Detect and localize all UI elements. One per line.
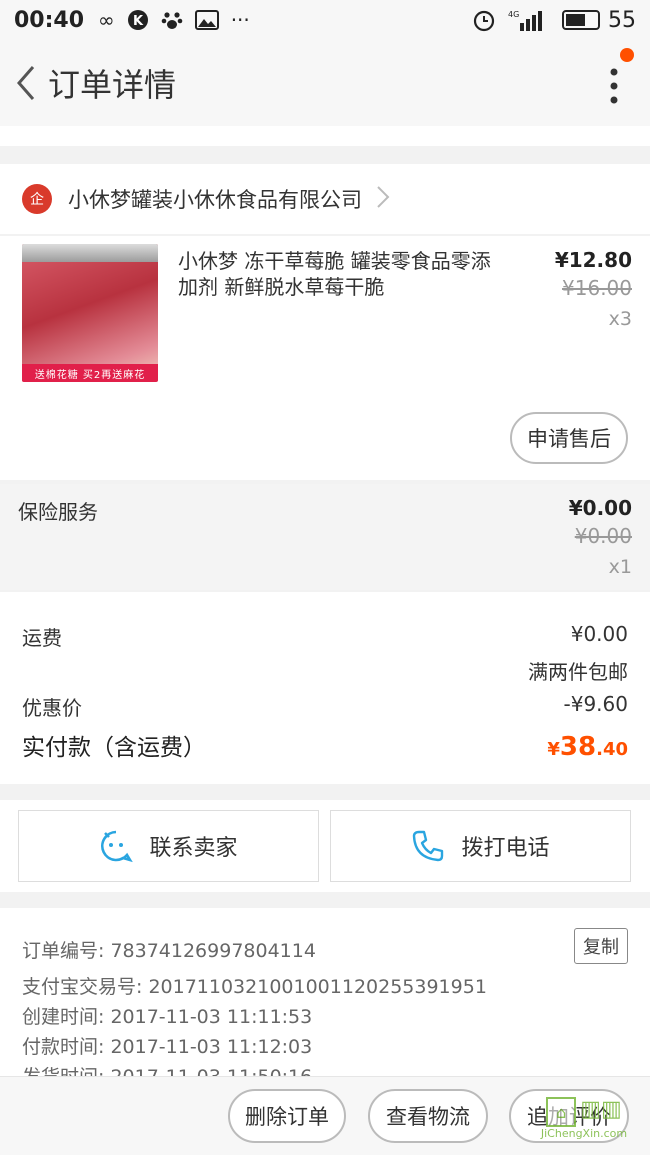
contact-section: 联系卖家 拨打电话 <box>0 800 650 892</box>
order-info: 订单编号: 78374126997804114 复制 支付宝交易号: 20171… <box>0 908 650 1076</box>
product-title[interactable]: 小休梦 冻干草莓脆 罐装零食品零添加剂 新鲜脱水草莓干脆 <box>178 248 498 300</box>
status-time: 00:40 <box>14 7 85 33</box>
call-phone-label: 拨打电话 <box>461 836 550 861</box>
alarm-icon <box>472 8 496 32</box>
watermark-icon: ⌂ <box>546 1097 577 1127</box>
k-app-icon: K <box>127 9 149 31</box>
header-spacer <box>0 126 650 146</box>
shipping-note: 满两件包邮 <box>528 660 628 684</box>
product-price-column: ¥12.80 ¥16.00 x3 <box>555 248 632 330</box>
status-right: 4G 55 <box>472 8 636 33</box>
shipping-note-row: 满两件包邮 <box>22 656 628 685</box>
network-type: 4G <box>508 10 519 19</box>
shop-badge-icon: 企 <box>22 184 52 214</box>
insurance-row: 保险服务 ¥0.00 ¥0.00 x1 <box>0 484 650 590</box>
more-notifications-icon: ··· <box>230 8 250 32</box>
total-integer: 38 <box>559 732 597 762</box>
product-card: 送棉花糖 买2再送麻花 小休梦 冻干草莓脆 罐装零食品零添加剂 新鲜脱水草莓干脆… <box>0 236 650 480</box>
shipping-row: 运费 ¥0.00 <box>22 622 628 651</box>
after-sale-button[interactable]: 申请售后 <box>510 412 628 464</box>
chevron-right-icon <box>376 185 390 213</box>
shipping-label: 运费 <box>22 626 62 650</box>
total-label: 实付款（含运费） <box>22 735 206 761</box>
bottom-action-bar: 删除订单 查看物流 追加评价 ⌂▥▥ JiChengXin.com <box>0 1076 650 1155</box>
insurance-price-column: ¥0.00 ¥0.00 x1 <box>569 496 632 578</box>
jar-lid <box>22 244 158 262</box>
watermark-glyphs: ▥▥ <box>580 1097 622 1122</box>
shipped-time: 发货时间: 2017-11-03 11:50:16 <box>22 1062 312 1076</box>
phone-icon <box>413 830 444 862</box>
back-arrow-icon[interactable] <box>4 53 48 113</box>
discount-value: -¥9.60 <box>563 692 628 716</box>
status-bar: 00:40 ∞ K ··· 4G 55 <box>0 0 650 40</box>
product-original-price: ¥16.00 <box>562 276 632 300</box>
contact-seller-label: 联系卖家 <box>149 836 238 861</box>
total-row: 实付款（含运费） ¥38.40 <box>22 728 628 762</box>
product-quantity: x3 <box>608 308 632 330</box>
total-currency: ¥ <box>547 739 560 760</box>
image-notification-icon <box>194 10 219 30</box>
watermark-text: JiChengXin.com <box>540 1127 628 1140</box>
paid-time: 付款时间: 2017-11-03 11:12:03 <box>22 1036 313 1058</box>
discount-row: 优惠价 -¥9.60 <box>22 692 628 721</box>
signal-icon: 4G <box>508 9 542 31</box>
insurance-label: 保险服务 <box>18 500 98 524</box>
price-summary: 运费 ¥0.00 满两件包邮 优惠价 -¥9.60 实付款（含运费） ¥38.4… <box>0 592 650 784</box>
more-menu-icon[interactable] <box>608 66 620 106</box>
total-decimal: .40 <box>596 739 628 760</box>
chat-bubble-icon <box>101 830 134 863</box>
order-number: 订单编号: 78374126997804114 <box>22 940 316 962</box>
total-amount: ¥38.40 <box>547 732 628 762</box>
watermark-logo: ⌂ ▥▥ JiChengXin.com <box>524 1097 644 1149</box>
product-price: ¥12.80 <box>554 248 632 272</box>
battery-level: 55 <box>608 7 636 33</box>
call-phone-button[interactable]: 拨打电话 <box>330 810 631 882</box>
copy-button[interactable]: 复制 <box>574 928 628 964</box>
insurance-price: ¥0.00 <box>568 496 632 520</box>
infinity-icon: ∞ <box>98 8 115 32</box>
battery-icon <box>562 10 600 30</box>
view-logistics-button[interactable]: 查看物流 <box>368 1089 488 1143</box>
contact-seller-button[interactable]: 联系卖家 <box>18 810 319 882</box>
paw-icon <box>161 9 183 31</box>
svg-text:K: K <box>133 14 144 29</box>
insurance-original-price: ¥0.00 <box>574 524 632 548</box>
alipay-transaction-number: 支付宝交易号: 2017110321001001120255391951 <box>22 976 487 998</box>
shop-name: 小休梦罐装小休休食品有限公司 <box>68 188 362 212</box>
shop-row[interactable]: 企 小休梦罐装小休休食品有限公司 <box>0 164 650 234</box>
insurance-quantity: x1 <box>608 556 632 578</box>
shipping-value: ¥0.00 <box>570 622 628 646</box>
product-image-banner: 送棉花糖 买2再送麻花 <box>22 364 158 382</box>
created-time: 创建时间: 2017-11-03 11:11:53 <box>22 1006 313 1028</box>
notification-dot <box>620 48 634 62</box>
nav-bar: 订单详情 <box>0 40 650 126</box>
discount-label: 优惠价 <box>22 696 82 720</box>
product-image[interactable]: 送棉花糖 买2再送麻花 <box>22 244 158 382</box>
delete-order-button[interactable]: 删除订单 <box>228 1089 346 1143</box>
page-title: 订单详情 <box>48 66 177 104</box>
